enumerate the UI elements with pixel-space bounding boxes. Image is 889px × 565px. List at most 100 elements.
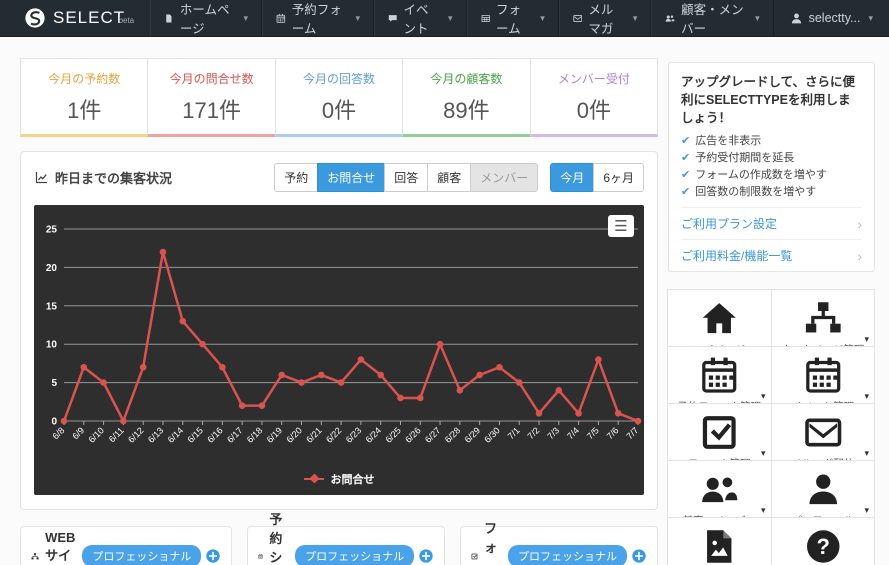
nav-item[interactable]: ホームページ▾ xyxy=(150,0,262,36)
nav-item-label: 顧客・メンバー xyxy=(681,0,747,37)
nav-item[interactable]: 予約フォーム▾ xyxy=(262,0,374,36)
caret-down-icon: ▾ xyxy=(448,13,453,24)
shortcut-cell[interactable]: メルマガ配信▾ xyxy=(771,403,876,461)
nav-item[interactable]: 顧客・メンバー▾ xyxy=(651,0,773,36)
brand-beta-tag: beta xyxy=(119,16,135,25)
upgrade-feature: ✔フォームの作成数を増やす xyxy=(681,169,862,183)
traffic-chart-panel: 昨日までの集客状況 予約お問合せ回答顧客メンバー 今月6ヶ月 ☰ 0510152… xyxy=(20,151,658,510)
nav-item[interactable]: メルマガ▾ xyxy=(559,0,652,36)
legend-marker-icon xyxy=(304,478,324,480)
envelope-icon xyxy=(573,12,583,25)
plus-circle-icon[interactable] xyxy=(418,548,434,564)
series-filter-button[interactable]: 顧客 xyxy=(427,163,471,192)
caret-down-icon: ▾ xyxy=(761,505,766,516)
stat-value: 1件 xyxy=(23,93,145,125)
sidebar: アップグレードして、さらに便利にSELECTTYPEを利用しましょう！ ✔広告を… xyxy=(668,62,875,565)
shortcut-cell[interactable]: イベント管理▾ xyxy=(771,346,876,404)
sitemap-icon xyxy=(774,299,873,338)
shortcut-cell[interactable]: ?ヘルプブログ xyxy=(771,517,876,565)
svg-text:6/18: 6/18 xyxy=(245,425,264,444)
stat-card: 今月の問合せ数 171件 xyxy=(147,58,275,137)
stats-row: 今月の予約数1件今月の問合せ数171件今月の回答数0件今月の顧客数89件メンバー… xyxy=(20,58,658,137)
stat-label: メンバー受付 xyxy=(533,70,655,87)
nav-item-label: 予約フォーム xyxy=(292,0,348,37)
shortcut-cell[interactable]: ファイル管理 xyxy=(667,517,772,565)
shortcut-cell[interactable]: ホームページ管理▾ xyxy=(771,289,876,347)
stat-card: メンバー受付0件 xyxy=(530,58,658,137)
stat-value: 171件 xyxy=(150,93,272,125)
table-icon xyxy=(481,12,490,25)
plan-link[interactable]: ご利用プラン設定› xyxy=(681,207,862,239)
svg-text:6/9: 6/9 xyxy=(70,425,86,441)
plan-badge[interactable]: プロフェッショナル xyxy=(82,545,201,565)
calendar-icon xyxy=(276,12,286,25)
nav-item[interactable]: フォーム▾ xyxy=(467,0,559,36)
stat-value: 0件 xyxy=(278,93,400,125)
check-square-icon xyxy=(670,413,769,452)
shortcut-cell[interactable]: プロフィール▾ xyxy=(771,460,876,518)
upgrade-links: ご利用プラン設定›ご利用料金/機能一覧› xyxy=(681,207,862,271)
nav-item-label: イベント xyxy=(404,0,441,37)
export-menu-icon[interactable]: ☰ xyxy=(608,215,634,237)
svg-text:7/1: 7/1 xyxy=(506,425,522,441)
svg-text:6/28: 6/28 xyxy=(443,425,462,444)
line-chart-icon xyxy=(34,170,49,185)
series-filter-button[interactable]: 回答 xyxy=(384,163,428,192)
svg-text:7/5: 7/5 xyxy=(585,425,601,441)
series-filter-button[interactable]: お問合せ xyxy=(317,163,385,192)
caret-down-icon: ▾ xyxy=(761,391,766,402)
range-filter-button[interactable]: 6ヶ月 xyxy=(593,163,644,192)
users-icon xyxy=(670,470,769,509)
shortcut-grid: マイページホームページ管理▾予約フォーム管理▾イベント管理▾フォーム管理▾メルマ… xyxy=(668,290,875,565)
svg-text:6/13: 6/13 xyxy=(146,425,165,444)
legend-label: お問合せ xyxy=(331,471,375,487)
upgrade-feature: ✔広告を非表示 xyxy=(681,135,862,149)
caret-down-icon: ▾ xyxy=(864,391,869,402)
check-icon: ✔ xyxy=(681,186,690,200)
svg-text:6/14: 6/14 xyxy=(166,425,185,444)
svg-text:20: 20 xyxy=(46,263,58,274)
shortcut-cell[interactable]: マイページ xyxy=(667,289,772,347)
plus-circle-icon[interactable] xyxy=(631,548,647,564)
caret-down-icon: ▾ xyxy=(868,13,873,24)
shortcut-cell[interactable]: 顧客・メンバー▾ xyxy=(667,460,772,518)
range-filter-button[interactable]: 今月 xyxy=(550,163,594,192)
svg-text:7/2: 7/2 xyxy=(526,425,542,441)
svg-text:6/24: 6/24 xyxy=(364,425,383,444)
svg-text:6/11: 6/11 xyxy=(107,425,126,444)
plus-circle-icon[interactable] xyxy=(205,548,221,564)
chart-legend[interactable]: お問合せ xyxy=(34,467,644,487)
svg-text:6/27: 6/27 xyxy=(423,425,442,444)
series-filter-button[interactable]: メンバー xyxy=(470,163,538,192)
top-navbar: SELECT beta ホームページ▾予約フォーム▾イベント▾フォーム▾メルマガ… xyxy=(0,0,889,37)
chart-title: 昨日までの集客状況 xyxy=(34,168,172,187)
brand-name: SELECT xyxy=(53,8,125,28)
brand[interactable]: SELECT beta xyxy=(0,0,150,36)
product-cards-row: WEBサイトプロフェッショナル予約システムプロフェッショナルフォームプロフェッシ… xyxy=(20,526,658,565)
plan-badge[interactable]: プロフェッショナル xyxy=(295,545,414,565)
product-card: WEBサイトプロフェッショナル xyxy=(20,526,232,565)
caret-down-icon: ▾ xyxy=(864,448,869,459)
series-filter-button[interactable]: 予約 xyxy=(274,163,318,192)
product-name: WEBサイト xyxy=(45,530,82,565)
upgrade-feature: ✔回答数の制限数を増やす xyxy=(681,186,862,200)
upgrade-title: アップグレードして、さらに便利にSELECTTYPEを利用しましょう！ xyxy=(681,73,862,127)
stat-card: 今月の回答数0件 xyxy=(275,58,403,137)
nav-item[interactable]: イベント ▾ xyxy=(374,0,467,36)
user-menu[interactable]: selectty... ▾ xyxy=(774,0,889,36)
chart-title-text: 昨日までの集客状況 xyxy=(55,168,172,187)
calendar-icon xyxy=(258,549,263,564)
svg-text:6/26: 6/26 xyxy=(403,425,422,444)
plan-link[interactable]: ご利用料金/機能一覧› xyxy=(681,239,862,271)
stat-label: 今月の問合せ数 xyxy=(150,70,272,87)
svg-text:5: 5 xyxy=(51,378,57,389)
plan-link-label: ご利用プラン設定 xyxy=(681,215,777,232)
shortcut-cell[interactable]: フォーム管理▾ xyxy=(667,403,772,461)
svg-text:7/4: 7/4 xyxy=(565,425,581,441)
upgrade-feature-list: ✔広告を非表示✔予約受付期間を延長✔フォームの作成数を増やす✔回答数の制限数を増… xyxy=(681,135,862,199)
plan-badge[interactable]: プロフェッショナル xyxy=(508,545,627,565)
line-chart: 05101520256/86/96/106/116/126/136/146/15… xyxy=(34,215,646,467)
caret-down-icon: ▾ xyxy=(864,505,869,516)
user-name: selectty... xyxy=(809,11,861,25)
shortcut-cell[interactable]: 予約フォーム管理▾ xyxy=(667,346,772,404)
